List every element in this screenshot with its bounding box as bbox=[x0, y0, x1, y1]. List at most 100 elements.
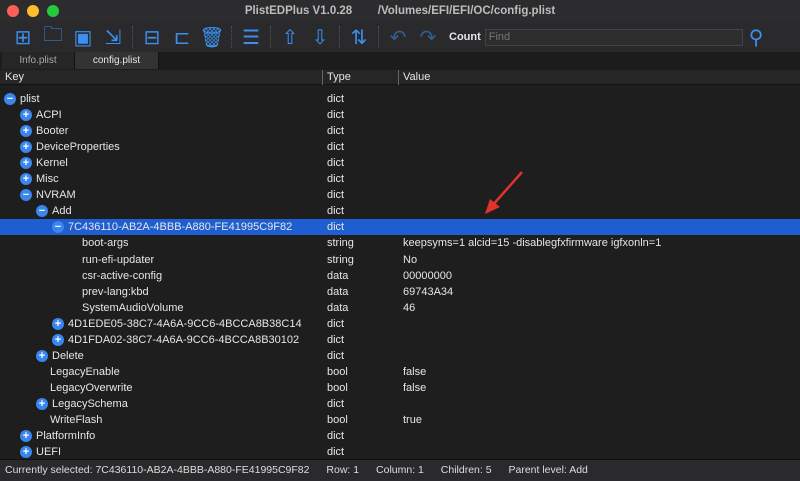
row-key[interactable]: Add bbox=[52, 203, 72, 219]
move-up-icon[interactable]: ⇧ bbox=[275, 24, 305, 50]
row-type[interactable]: data bbox=[327, 284, 348, 300]
column-type[interactable]: Type bbox=[322, 70, 351, 85]
row-key[interactable]: Misc bbox=[36, 171, 59, 187]
tree-row[interactable]: + DeviceProperties dict bbox=[0, 139, 800, 155]
add-sibling-icon[interactable]: ⊟ bbox=[137, 24, 167, 50]
save-icon[interactable]: ▣ bbox=[68, 24, 98, 50]
row-key[interactable]: WriteFlash bbox=[50, 412, 102, 428]
tree-row[interactable]: + Kernel dict bbox=[0, 155, 800, 171]
row-value[interactable]: true bbox=[403, 412, 422, 428]
column-value[interactable]: Value bbox=[398, 70, 430, 85]
row-value[interactable]: 69743A34 bbox=[403, 284, 453, 300]
row-type[interactable]: dict bbox=[327, 123, 344, 139]
sort-list-icon[interactable]: ☰ bbox=[236, 24, 266, 50]
row-value[interactable]: 00000000 bbox=[403, 268, 452, 284]
row-key[interactable]: Booter bbox=[36, 123, 68, 139]
tree-row[interactable]: + UEFI dict bbox=[0, 444, 800, 460]
expand-icon[interactable]: + bbox=[36, 349, 48, 362]
collapse-icon[interactable]: − bbox=[36, 205, 48, 218]
tree-row[interactable]: run-efi-updater string No bbox=[0, 252, 800, 268]
row-type[interactable]: dict bbox=[327, 316, 344, 332]
save-as-icon[interactable]: ⇲ bbox=[98, 24, 128, 50]
close-button[interactable] bbox=[7, 5, 19, 17]
row-key[interactable]: csr-active-config bbox=[82, 268, 162, 284]
row-value[interactable]: false bbox=[403, 380, 426, 396]
row-type[interactable]: bool bbox=[327, 364, 348, 380]
row-key[interactable]: UEFI bbox=[36, 444, 61, 460]
row-type[interactable]: data bbox=[327, 268, 348, 284]
tree-row[interactable]: + ACPI dict bbox=[0, 107, 800, 123]
row-type[interactable]: string bbox=[327, 235, 354, 251]
new-file-icon[interactable]: ⊞ bbox=[8, 24, 38, 50]
expand-icon[interactable]: + bbox=[20, 446, 32, 459]
tree-row[interactable]: WriteFlash bool true bbox=[0, 412, 800, 428]
tree-row[interactable]: − NVRAM dict bbox=[0, 187, 800, 203]
row-key[interactable]: SystemAudioVolume bbox=[82, 300, 184, 316]
row-type[interactable]: string bbox=[327, 252, 354, 268]
row-type[interactable]: dict bbox=[327, 155, 344, 171]
tree-row[interactable]: + Delete dict bbox=[0, 348, 800, 364]
row-value[interactable]: 46 bbox=[403, 300, 415, 316]
row-key[interactable]: ACPI bbox=[36, 107, 62, 123]
tree-row[interactable]: + Booter dict bbox=[0, 123, 800, 139]
expand-icon[interactable]: + bbox=[20, 173, 32, 186]
row-key[interactable]: LegacyEnable bbox=[50, 364, 120, 380]
row-type[interactable]: dict bbox=[327, 348, 344, 364]
find-input[interactable] bbox=[484, 28, 743, 46]
add-child-icon[interactable]: ⊏ bbox=[167, 24, 197, 50]
search-icon[interactable]: ⚲ bbox=[749, 25, 764, 50]
collapse-icon[interactable]: − bbox=[20, 189, 32, 202]
maximize-button[interactable] bbox=[47, 5, 59, 17]
column-key[interactable]: Key bbox=[5, 70, 24, 85]
row-key[interactable]: plist bbox=[20, 91, 40, 107]
tree-row[interactable]: SystemAudioVolume data 46 bbox=[0, 300, 800, 316]
tree-row[interactable]: LegacyEnable bool false bbox=[0, 364, 800, 380]
row-type[interactable]: dict bbox=[327, 396, 344, 412]
row-key[interactable]: LegacyOverwrite bbox=[50, 380, 133, 396]
tree-row[interactable]: csr-active-config data 00000000 bbox=[0, 268, 800, 284]
row-key[interactable]: prev-lang:kbd bbox=[82, 284, 149, 300]
tree-row[interactable]: +4D1FDA02-38C7-4A6A-9CC6-4BCCA8B30102 dic… bbox=[0, 332, 800, 348]
row-value[interactable]: No bbox=[403, 252, 417, 268]
move-down-icon[interactable]: ⇩ bbox=[305, 24, 335, 50]
redo-icon[interactable]: ↷ bbox=[413, 24, 443, 50]
row-type[interactable]: bool bbox=[327, 380, 348, 396]
row-key[interactable]: boot-args bbox=[82, 235, 128, 251]
tree-row[interactable]: LegacyOverwrite bool false bbox=[0, 380, 800, 396]
row-type[interactable]: dict bbox=[327, 444, 344, 460]
tree-row[interactable]: + Misc dict bbox=[0, 171, 800, 187]
row-type[interactable]: data bbox=[327, 300, 348, 316]
collapse-icon[interactable]: − bbox=[4, 93, 16, 105]
expand-icon[interactable]: + bbox=[36, 397, 48, 410]
row-type[interactable]: dict bbox=[327, 332, 344, 348]
tree-row[interactable]: + LegacySchema dict bbox=[0, 396, 800, 412]
expand-icon[interactable]: + bbox=[52, 333, 64, 346]
expand-icon[interactable]: + bbox=[52, 317, 64, 330]
row-value[interactable]: false bbox=[403, 364, 426, 380]
expand-icon[interactable]: + bbox=[20, 109, 32, 122]
sort-icon[interactable]: ⇅ bbox=[344, 24, 374, 50]
minimize-button[interactable] bbox=[27, 5, 39, 17]
row-key[interactable]: LegacySchema bbox=[52, 396, 128, 412]
row-type[interactable]: bool bbox=[327, 412, 348, 428]
collapse-icon[interactable]: − bbox=[52, 221, 64, 234]
open-folder-icon[interactable]: 🗀 bbox=[38, 24, 68, 50]
tree-row[interactable]: +4D1EDE05-38C7-4A6A-9CC6-4BCCA8B38C14 dic… bbox=[0, 316, 800, 332]
row-key[interactable]: Kernel bbox=[36, 155, 68, 171]
row-type[interactable]: dict bbox=[327, 91, 344, 107]
row-type[interactable]: dict bbox=[327, 171, 344, 187]
delete-icon[interactable]: 🗑 bbox=[197, 24, 227, 50]
tree-row[interactable]: boot-args string keepsyms=1 alcid=15 -disa… bbox=[0, 235, 800, 251]
tab-config-plist[interactable]: config.plist bbox=[75, 52, 159, 69]
row-type[interactable]: dict bbox=[327, 428, 344, 444]
row-key[interactable]: Delete bbox=[52, 348, 84, 364]
row-key[interactable]: 4D1EDE05-38C7-4A6A-9CC6-4BCCA8B38C14 bbox=[68, 316, 302, 332]
row-type[interactable]: dict bbox=[327, 107, 344, 123]
row-key[interactable]: NVRAM bbox=[36, 187, 76, 203]
row-key[interactable]: 4D1FDA02-38C7-4A6A-9CC6-4BCCA8B30102 bbox=[68, 332, 299, 348]
expand-icon[interactable]: + bbox=[20, 157, 32, 170]
row-type[interactable]: dict bbox=[327, 139, 344, 155]
tree-row[interactable]: − plist dict bbox=[0, 91, 800, 107]
row-value[interactable]: keepsyms=1 alcid=15 -disablegfxfirmware … bbox=[403, 235, 661, 251]
tab-info-plist[interactable]: Info.plist bbox=[2, 52, 75, 69]
